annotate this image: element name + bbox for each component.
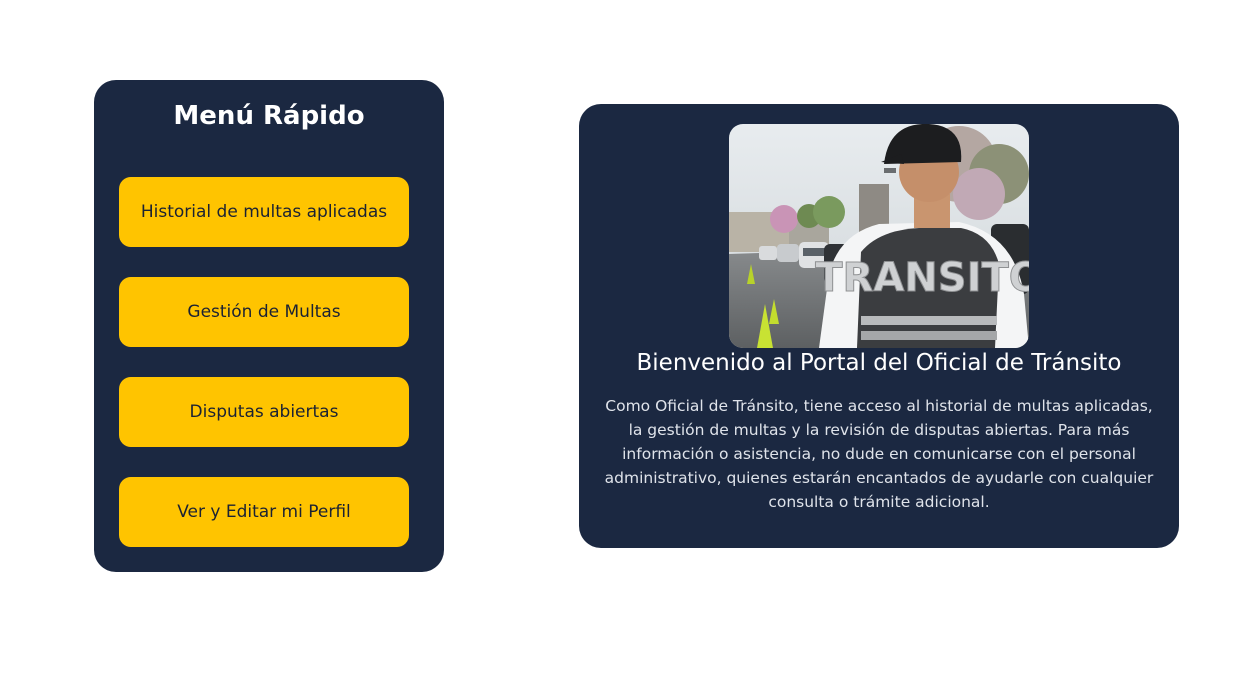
quick-menu-panel: Menú Rápido Historial de multas aplicada… <box>94 80 444 572</box>
page: Menú Rápido Historial de multas aplicada… <box>0 0 1255 678</box>
open-disputes-button[interactable]: Disputas abiertas <box>119 377 409 447</box>
fines-management-button[interactable]: Gestión de Multas <box>119 277 409 347</box>
vest-label: TRANSITO <box>815 255 1029 301</box>
edit-profile-button[interactable]: Ver y Editar mi Perfil <box>119 477 409 547</box>
welcome-title: Bienvenido al Portal del Oficial de Trán… <box>636 350 1122 376</box>
welcome-panel: TRANSITO Bienvenido al Portal del Oficia… <box>579 104 1179 548</box>
welcome-description: Como Oficial de Tránsito, tiene acceso a… <box>604 397 1154 511</box>
traffic-officer-photo: TRANSITO <box>729 124 1029 348</box>
fines-history-button[interactable]: Historial de multas aplicadas <box>119 177 409 247</box>
quick-menu-title: Menú Rápido <box>173 101 365 131</box>
